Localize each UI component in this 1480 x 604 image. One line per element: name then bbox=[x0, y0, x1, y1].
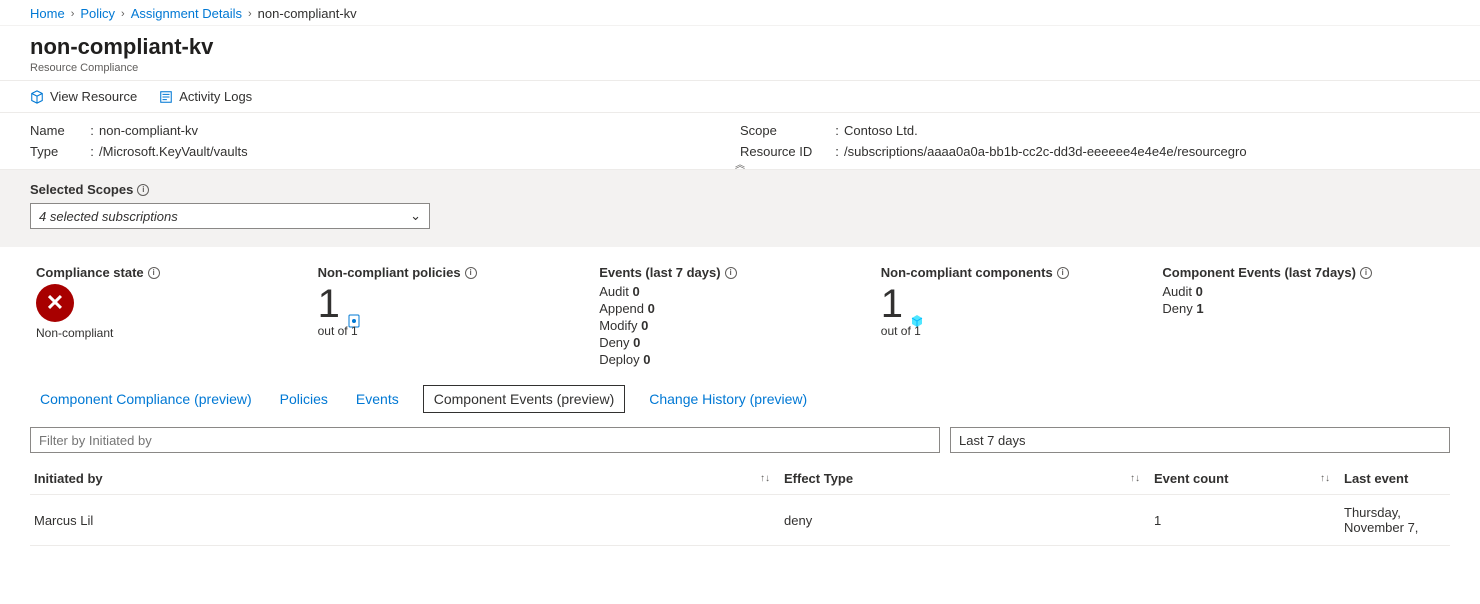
info-icon[interactable]: i bbox=[465, 267, 477, 279]
component-events-header: Component Events (last 7days) bbox=[1162, 265, 1356, 280]
events-modify-value: 0 bbox=[641, 318, 648, 333]
col-last-event[interactable]: Last event bbox=[1344, 471, 1408, 486]
colon: : bbox=[830, 144, 844, 159]
chevron-right-icon: › bbox=[71, 8, 75, 20]
compliance-state-value: Non-compliant bbox=[36, 326, 318, 340]
breadcrumb-policy[interactable]: Policy bbox=[80, 6, 115, 21]
timerange-value: Last 7 days bbox=[959, 433, 1026, 448]
compliance-state-header: Compliance state bbox=[36, 265, 144, 280]
activity-logs-button[interactable]: Activity Logs bbox=[159, 89, 252, 104]
sort-icon[interactable]: ↑↓ bbox=[1320, 473, 1344, 484]
selected-scopes-label: Selected Scopes bbox=[30, 182, 133, 197]
name-value: non-compliant-kv bbox=[99, 123, 198, 138]
component-events-audit-value: 0 bbox=[1196, 284, 1203, 299]
noncompliant-components-card: Non-compliant components i 1 out of 1 bbox=[881, 265, 1163, 369]
filter-row: Last 7 days bbox=[0, 413, 1480, 463]
resource-id-label: Resource ID bbox=[740, 144, 830, 159]
events-audit-value: 0 bbox=[632, 284, 639, 299]
tab-events[interactable]: Events bbox=[352, 385, 403, 413]
component-events-deny-label: Deny bbox=[1162, 301, 1192, 316]
breadcrumb-assignment-details[interactable]: Assignment Details bbox=[131, 6, 242, 21]
cell-effect-type: deny bbox=[784, 513, 1154, 528]
noncompliant-components-header: Non-compliant components bbox=[881, 265, 1053, 280]
breadcrumb-current: non-compliant-kv bbox=[258, 6, 357, 21]
toolbar: View Resource Activity Logs bbox=[0, 81, 1480, 113]
noncompliant-policies-count: 1 bbox=[318, 284, 340, 324]
cell-last-event: Thursday, November 7, bbox=[1344, 505, 1446, 535]
timerange-dropdown[interactable]: Last 7 days bbox=[950, 427, 1450, 453]
chevron-down-icon: ⌄ bbox=[410, 208, 421, 224]
collapse-icon[interactable]: ︽ bbox=[735, 156, 745, 171]
tab-policies[interactable]: Policies bbox=[276, 385, 332, 413]
breadcrumb-home[interactable]: Home bbox=[30, 6, 65, 21]
events-modify-label: Modify bbox=[599, 318, 637, 333]
page-subtitle: Resource Compliance bbox=[30, 62, 1450, 74]
tabs: Component Compliance (preview) Policies … bbox=[0, 383, 1480, 413]
scope-value: Contoso Ltd. bbox=[844, 123, 918, 138]
cube-icon bbox=[30, 90, 44, 104]
activity-logs-label: Activity Logs bbox=[179, 89, 252, 104]
table-header: Initiated by ↑↓ Effect Type ↑↓ Event cou… bbox=[30, 463, 1450, 495]
events-deny-label: Deny bbox=[599, 335, 629, 350]
sort-icon[interactable]: ↑↓ bbox=[760, 473, 784, 484]
selected-scopes-section: Selected Scopes i 4 selected subscriptio… bbox=[0, 169, 1480, 247]
info-icon[interactable]: i bbox=[148, 267, 160, 279]
summary-strip: Compliance state i ✕ Non-compliant Non-c… bbox=[0, 247, 1480, 383]
log-icon bbox=[159, 90, 173, 104]
component-events-card: Component Events (last 7days) i Audit 0 … bbox=[1162, 265, 1444, 369]
filter-initiated-by-input[interactable] bbox=[30, 427, 940, 453]
col-initiated-by[interactable]: Initiated by bbox=[34, 471, 103, 486]
scope-label: Scope bbox=[740, 123, 830, 138]
properties-section: Name : non-compliant-kv Type : /Microsof… bbox=[0, 113, 1480, 169]
sort-icon[interactable]: ↑↓ bbox=[1130, 473, 1154, 484]
name-label: Name bbox=[30, 123, 85, 138]
noncompliant-policies-header: Non-compliant policies bbox=[318, 265, 461, 280]
page-header: non-compliant-kv Resource Compliance bbox=[0, 26, 1480, 81]
cell-initiated-by: Marcus Lil bbox=[34, 513, 784, 528]
col-effect-type[interactable]: Effect Type bbox=[784, 471, 853, 486]
view-resource-button[interactable]: View Resource bbox=[30, 89, 137, 104]
info-icon[interactable]: i bbox=[1360, 267, 1372, 279]
tab-component-events[interactable]: Component Events (preview) bbox=[423, 385, 626, 413]
view-resource-label: View Resource bbox=[50, 89, 137, 104]
events-append-value: 0 bbox=[648, 301, 655, 316]
info-icon[interactable]: i bbox=[137, 184, 149, 196]
policy-icon bbox=[346, 296, 362, 312]
events-card: Events (last 7 days) i Audit 0 Append 0 … bbox=[599, 265, 881, 369]
chevron-right-icon: › bbox=[248, 8, 252, 20]
colon: : bbox=[830, 123, 844, 138]
page-title: non-compliant-kv bbox=[30, 34, 1450, 60]
noncompliant-components-count: 1 bbox=[881, 284, 903, 324]
events-audit-label: Audit bbox=[599, 284, 629, 299]
info-icon[interactable]: i bbox=[725, 267, 737, 279]
colon: : bbox=[85, 123, 99, 138]
type-label: Type bbox=[30, 144, 85, 159]
resource-id-value: /subscriptions/aaaa0a0a-bb1b-cc2c-dd3d-e… bbox=[844, 144, 1247, 159]
tab-change-history[interactable]: Change History (preview) bbox=[645, 385, 811, 413]
chevron-right-icon: › bbox=[121, 8, 125, 20]
info-icon[interactable]: i bbox=[1057, 267, 1069, 279]
tab-component-compliance[interactable]: Component Compliance (preview) bbox=[36, 385, 256, 413]
table-row[interactable]: Marcus Lil deny 1 Thursday, November 7, bbox=[30, 495, 1450, 546]
compliance-state-card: Compliance state i ✕ Non-compliant bbox=[36, 265, 318, 369]
noncompliant-icon: ✕ bbox=[36, 284, 74, 322]
component-icon bbox=[909, 296, 925, 312]
events-deploy-value: 0 bbox=[643, 352, 650, 367]
type-value: /Microsoft.KeyVault/vaults bbox=[99, 144, 248, 159]
component-events-deny-value: 1 bbox=[1196, 301, 1203, 316]
cell-event-count: 1 bbox=[1154, 513, 1344, 528]
breadcrumb: Home › Policy › Assignment Details › non… bbox=[0, 0, 1480, 26]
events-table: Initiated by ↑↓ Effect Type ↑↓ Event cou… bbox=[0, 463, 1480, 546]
events-deploy-label: Deploy bbox=[599, 352, 639, 367]
events-header: Events (last 7 days) bbox=[599, 265, 720, 280]
col-event-count[interactable]: Event count bbox=[1154, 471, 1228, 486]
noncompliant-policies-card: Non-compliant policies i 1 out of 1 bbox=[318, 265, 600, 369]
selected-scopes-dropdown[interactable]: 4 selected subscriptions ⌄ bbox=[30, 203, 430, 229]
selected-scopes-value: 4 selected subscriptions bbox=[39, 209, 178, 224]
component-events-audit-label: Audit bbox=[1162, 284, 1192, 299]
colon: : bbox=[85, 144, 99, 159]
events-append-label: Append bbox=[599, 301, 644, 316]
events-deny-value: 0 bbox=[633, 335, 640, 350]
